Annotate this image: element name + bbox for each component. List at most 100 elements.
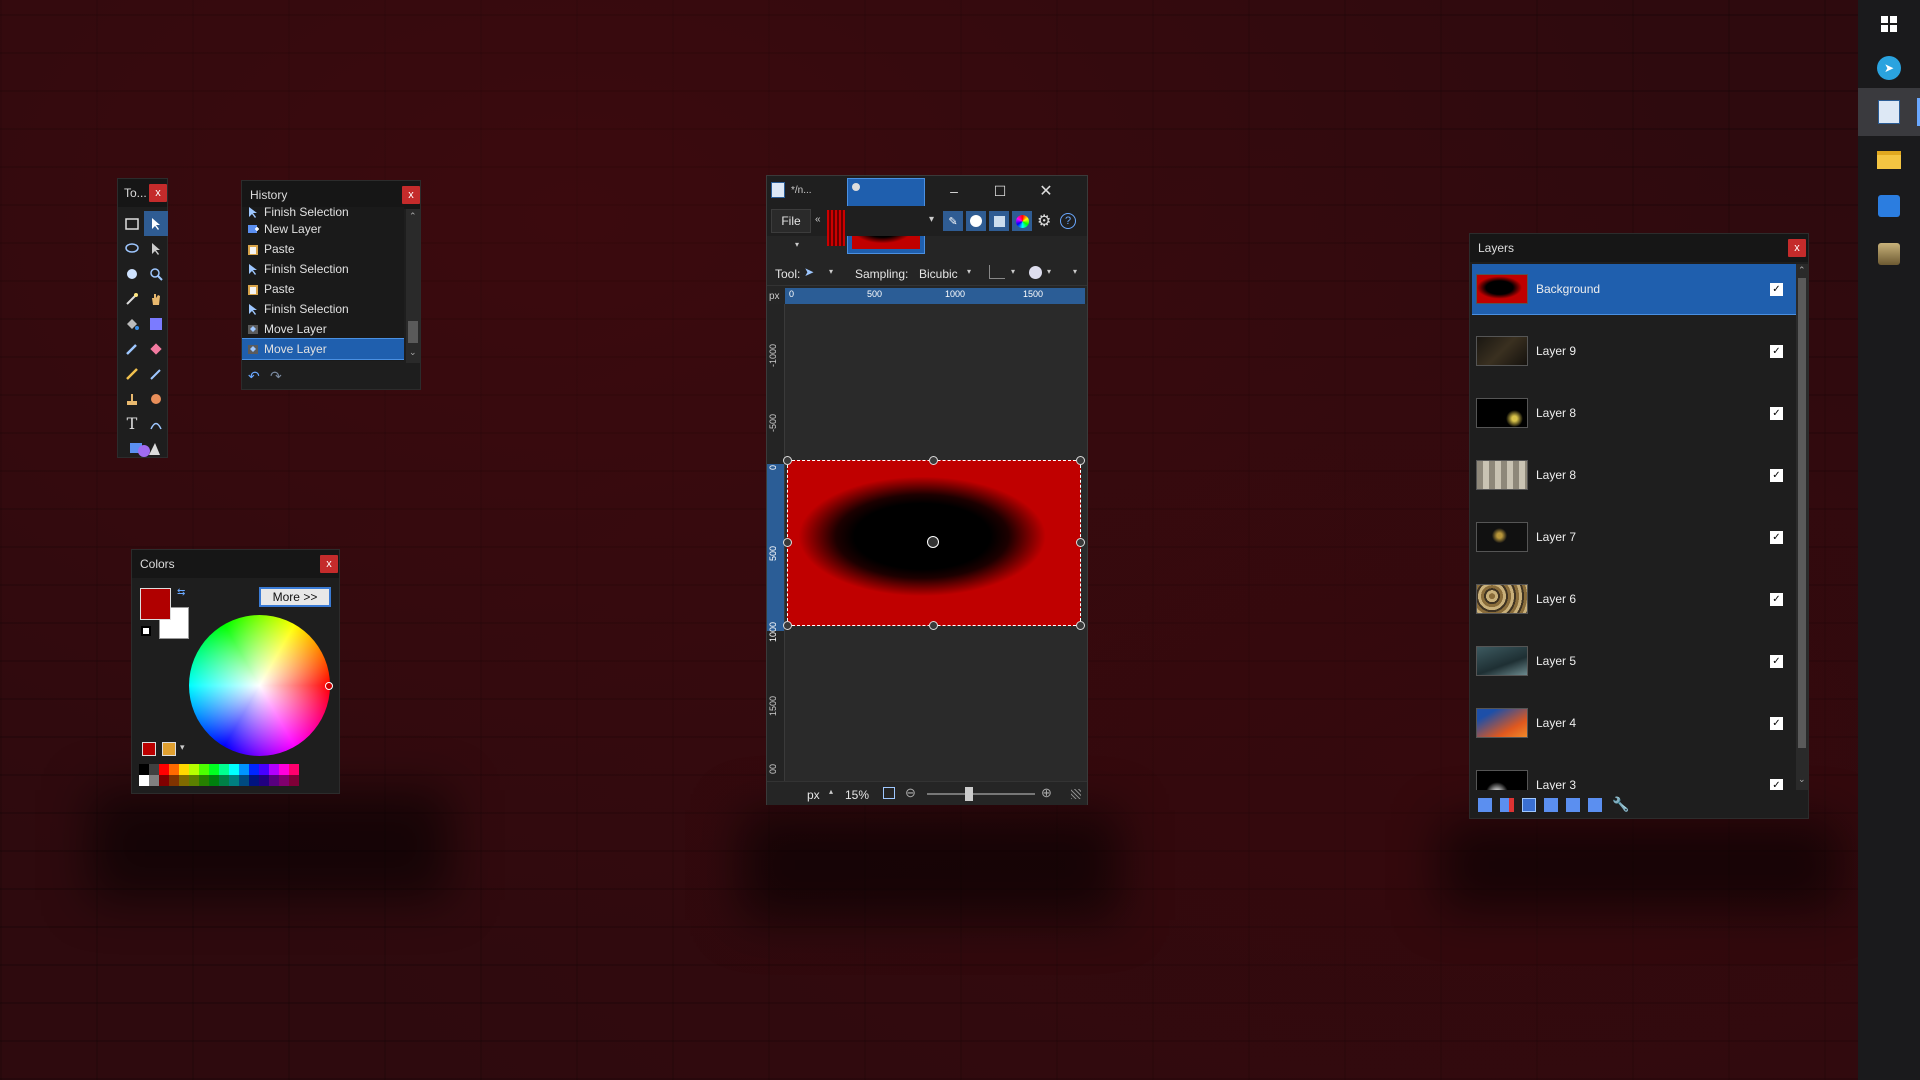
- zoom-tool-icon[interactable]: [144, 261, 168, 286]
- selection-handle[interactable]: [1076, 621, 1085, 630]
- selection-handle[interactable]: [1076, 538, 1085, 547]
- add-new-layer-icon[interactable]: [1478, 798, 1492, 812]
- blend-mode-icon[interactable]: [1029, 266, 1042, 279]
- tab-scroll-left-icon[interactable]: «: [815, 214, 821, 225]
- history-item[interactable]: Paste: [242, 279, 404, 299]
- telegram-icon[interactable]: ➤: [1858, 44, 1920, 92]
- color-palette[interactable]: [139, 764, 299, 786]
- selection-handle[interactable]: [783, 538, 792, 547]
- chevron-down-icon[interactable]: ⌄: [409, 347, 417, 358]
- layer-row[interactable]: Layer 7 ✓: [1472, 512, 1797, 562]
- layer-visibility-checkbox[interactable]: ✓: [1770, 530, 1783, 544]
- layer-visibility-checkbox[interactable]: ✓: [1770, 468, 1783, 482]
- layer-visibility-checkbox[interactable]: ✓: [1770, 592, 1783, 606]
- layer-row[interactable]: Layer 3 ✓: [1472, 760, 1797, 790]
- history-item[interactable]: Finish Selection: [242, 207, 404, 219]
- text-tool-icon[interactable]: T: [120, 411, 144, 436]
- layer-row[interactable]: Layer 9 ✓: [1472, 326, 1797, 376]
- pan-tool-icon[interactable]: [144, 286, 168, 311]
- history-scrollbar[interactable]: ⌃ ⌄: [406, 209, 420, 363]
- tab-list-dropdown-icon[interactable]: ▾: [929, 214, 934, 225]
- minimize-button[interactable]: –: [931, 176, 977, 206]
- reset-colors-icon[interactable]: [141, 626, 151, 636]
- adjustments-icon[interactable]: ✎: [943, 211, 963, 231]
- layers-panel-close-button[interactable]: x: [1788, 239, 1806, 257]
- zoom-slider-thumb[interactable]: [964, 787, 973, 801]
- layers-panel-title[interactable]: Layers: [1470, 234, 1808, 262]
- rectangle-select-tool-icon[interactable]: [120, 211, 144, 236]
- zoom-slider[interactable]: [927, 787, 1035, 801]
- paint-bucket-tool-icon[interactable]: [120, 311, 144, 336]
- zoom-to-window-icon[interactable]: [883, 787, 895, 799]
- settings-gear-icon[interactable]: ⚙: [1037, 211, 1051, 231]
- other-image-tab[interactable]: [827, 210, 845, 246]
- colors-window-icon[interactable]: [1012, 211, 1032, 231]
- chevron-down-icon[interactable]: ▾: [1011, 267, 1015, 276]
- layer-properties-wrench-icon[interactable]: 🔧: [1612, 796, 1629, 813]
- layer-row[interactable]: Layer 8 ✓: [1472, 450, 1797, 500]
- history-item[interactable]: Finish Selection: [242, 259, 404, 279]
- pencil-tool-icon[interactable]: [120, 361, 144, 386]
- colors-panel-close-button[interactable]: x: [320, 555, 338, 573]
- selection-handle[interactable]: [929, 456, 938, 465]
- swap-colors-icon[interactable]: ⇆: [177, 587, 185, 598]
- paintbrush-tool-icon[interactable]: [120, 336, 144, 361]
- move-selection-tool-icon[interactable]: [144, 211, 168, 236]
- status-unit[interactable]: px: [807, 788, 820, 802]
- windows-start-icon[interactable]: [1858, 0, 1920, 48]
- tab-close-icon[interactable]: [852, 183, 860, 191]
- move-center-handle-icon[interactable]: [927, 536, 939, 548]
- layer-visibility-checkbox[interactable]: ✓: [1770, 654, 1783, 668]
- move-tool-icon[interactable]: [144, 236, 168, 261]
- line-curve-tool-icon[interactable]: [144, 411, 168, 436]
- chevron-down-icon[interactable]: ▾: [180, 742, 185, 753]
- merge-layer-down-icon[interactable]: [1544, 798, 1558, 812]
- history-panel-close-button[interactable]: x: [402, 186, 420, 204]
- chevron-down-icon[interactable]: ▾: [1047, 267, 1051, 276]
- chevron-up-icon[interactable]: ⌃: [1798, 265, 1806, 276]
- layer-visibility-checkbox[interactable]: ✓: [1770, 406, 1783, 420]
- history-panel-title[interactable]: History: [242, 181, 420, 209]
- toolbar-overflow-icon[interactable]: ▾: [1073, 267, 1077, 276]
- resize-grip-icon[interactable]: [1071, 789, 1081, 799]
- palette-menu-icon[interactable]: [162, 742, 176, 756]
- selection-handle[interactable]: [783, 456, 792, 465]
- layer-row[interactable]: Layer 5 ✓: [1472, 636, 1797, 686]
- more-colors-button[interactable]: More >>: [259, 587, 331, 607]
- layer-visibility-checkbox[interactable]: ✓: [1770, 778, 1783, 790]
- canvas-area[interactable]: [783, 304, 1087, 781]
- add-to-palette-icon[interactable]: [142, 742, 156, 756]
- eraser-tool-icon[interactable]: [144, 336, 168, 361]
- mail-icon[interactable]: [1858, 182, 1920, 230]
- app-icon[interactable]: [1858, 230, 1920, 278]
- effects-icon[interactable]: [966, 211, 986, 231]
- layers-window-icon[interactable]: [989, 211, 1009, 231]
- undo-icon[interactable]: ↶: [248, 368, 260, 385]
- primary-color-swatch[interactable]: [140, 588, 171, 620]
- layers-scrollbar-thumb[interactable]: [1798, 278, 1806, 748]
- chevron-down-icon[interactable]: ⌄: [1798, 774, 1806, 785]
- paint-net-icon[interactable]: [1858, 88, 1920, 136]
- history-item[interactable]: Paste: [242, 239, 404, 259]
- shapes-tool-icon[interactable]: [120, 436, 168, 461]
- chevron-up-icon[interactable]: ⌃: [409, 211, 417, 222]
- tools-panel-close-button[interactable]: x: [149, 184, 167, 202]
- sampling-dropdown[interactable]: Bicubic: [919, 267, 958, 281]
- lasso-select-tool-icon[interactable]: [120, 236, 144, 261]
- colors-panel-title[interactable]: Colors: [132, 550, 339, 578]
- magic-wand-tool-icon[interactable]: [120, 286, 144, 311]
- recolor-tool-icon[interactable]: [144, 386, 168, 411]
- history-item[interactable]: Finish Selection: [242, 299, 404, 319]
- zoom-level[interactable]: 15%: [845, 788, 869, 802]
- layer-row-selected[interactable]: Background ✓: [1472, 264, 1797, 315]
- layers-scrollbar[interactable]: ⌃ ⌄: [1796, 264, 1808, 790]
- history-item-selected[interactable]: Move Layer: [242, 338, 404, 360]
- layer-row[interactable]: Layer 4 ✓: [1472, 698, 1797, 748]
- color-wheel-cursor[interactable]: [325, 682, 333, 690]
- selection-handle[interactable]: [1076, 456, 1085, 465]
- layer-row[interactable]: Layer 8 ✓: [1472, 388, 1797, 438]
- tab-strip-dropdown-icon[interactable]: ▾: [795, 240, 799, 249]
- selection-handle[interactable]: [929, 621, 938, 630]
- zoom-out-icon[interactable]: ⊖: [905, 785, 916, 801]
- layer-row[interactable]: Layer 6 ✓: [1472, 574, 1797, 624]
